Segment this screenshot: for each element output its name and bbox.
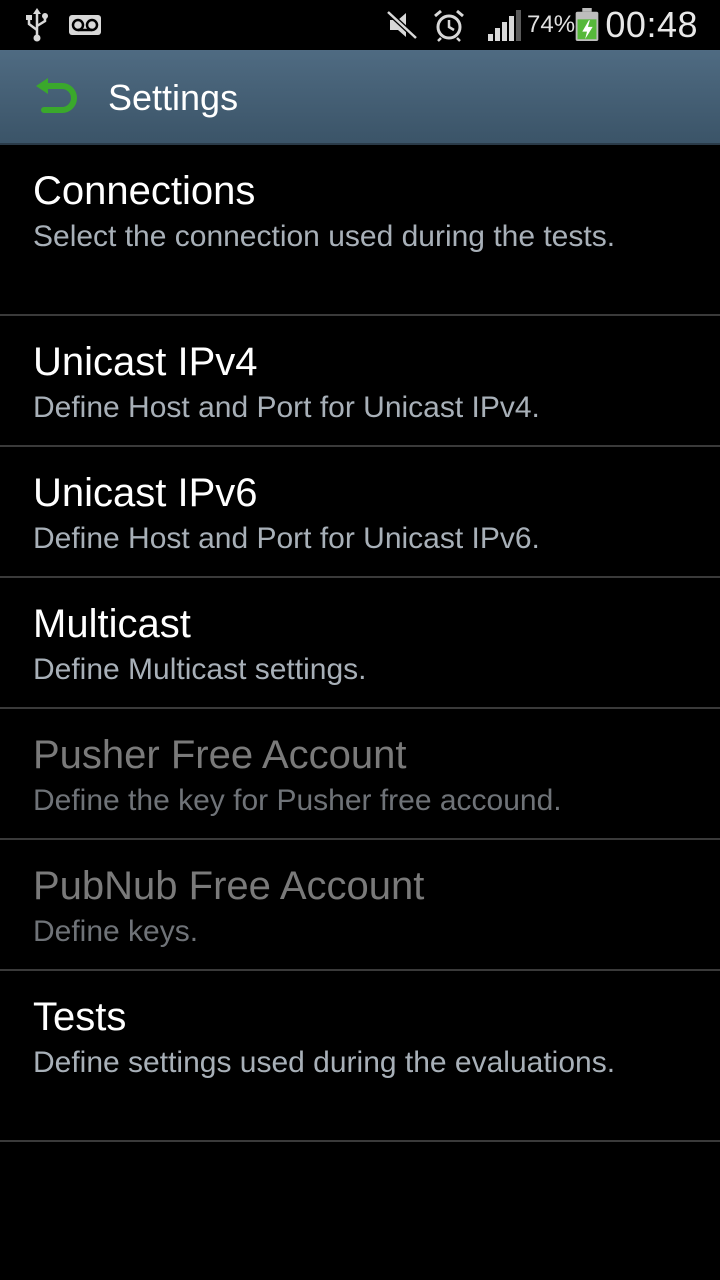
pref-item-pubnub-free-account: PubNub Free Account Define keys. — [0, 840, 720, 971]
pref-summary: Select the connection used during the te… — [33, 220, 616, 253]
pref-summary: Define Host and Port for Unicast IPv4. — [33, 391, 540, 424]
pref-item-unicast-ipv4[interactable]: Unicast IPv4 Define Host and Port for Un… — [0, 316, 720, 447]
pref-summary: Define Host and Port for Unicast IPv6. — [33, 522, 540, 555]
page-title: Settings — [108, 77, 239, 118]
battery-charging-icon — [575, 8, 599, 42]
usb-icon — [26, 8, 48, 42]
pref-title: Pusher Free Account — [33, 733, 407, 777]
pref-title: Unicast IPv4 — [33, 340, 258, 384]
pref-summary: Define settings used during the evaluati… — [33, 1046, 616, 1079]
signal-icon — [488, 10, 521, 41]
pref-title: Connections — [33, 169, 256, 213]
pref-item-unicast-ipv6[interactable]: Unicast IPv6 Define Host and Port for Un… — [0, 447, 720, 578]
action-bar: Settings — [0, 50, 720, 145]
voicemail-icon — [69, 15, 101, 35]
pref-summary: Define the key for Pusher free accound. — [33, 784, 562, 817]
pref-title: PubNub Free Account — [33, 864, 425, 908]
pref-item-connections[interactable]: Connections Select the connection used d… — [0, 145, 720, 316]
back-arrow-icon — [36, 78, 77, 113]
pref-item-pusher-free-account: Pusher Free Account Define the key for P… — [0, 709, 720, 840]
pref-item-multicast[interactable]: Multicast Define Multicast settings. — [0, 578, 720, 709]
mute-icon — [386, 10, 418, 40]
status-bar: 74% 00:48 — [0, 0, 720, 50]
battery-percent: 74% — [527, 11, 576, 38]
pref-summary: Define Multicast settings. — [33, 653, 367, 686]
back-button[interactable] — [28, 72, 88, 124]
preference-list: Connections Select the connection used d… — [0, 145, 720, 1142]
alarm-icon — [434, 9, 464, 42]
pref-title: Tests — [33, 995, 127, 1039]
pref-title: Unicast IPv6 — [33, 471, 258, 515]
pref-title: Multicast — [33, 602, 191, 646]
pref-summary: Define keys. — [33, 915, 199, 948]
pref-item-tests[interactable]: Tests Define settings used during the ev… — [0, 971, 720, 1142]
clock: 00:48 — [605, 4, 698, 45]
screen: 74% 00:48 Settings Connections Select th… — [0, 0, 720, 1280]
